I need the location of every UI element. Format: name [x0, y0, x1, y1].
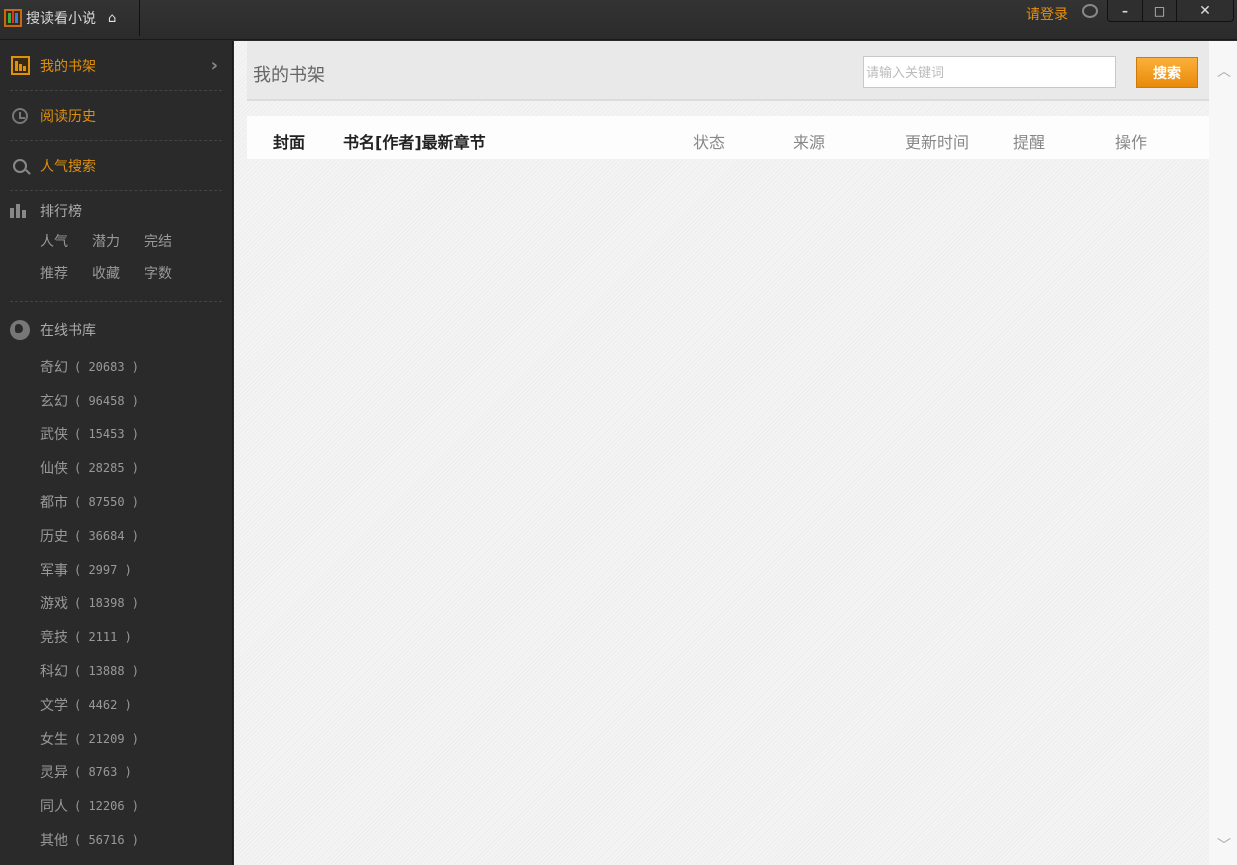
category-item[interactable]: 女生 ( 21209 ) [40, 722, 222, 756]
category-item[interactable]: 文学 ( 4462 ) [40, 688, 222, 722]
category-count: ( 13888 ) [74, 664, 140, 679]
app-logo-icon [4, 9, 22, 27]
category-name: 军事 [40, 562, 68, 579]
chat-icon[interactable] [1082, 4, 1098, 18]
category-name: 科幻 [40, 664, 68, 681]
clock-icon [12, 107, 28, 124]
category-name: 历史 [40, 528, 68, 545]
category-name: 灵异 [40, 765, 68, 782]
login-link[interactable]: 请登录 [1026, 4, 1068, 24]
category-count: ( 21209 ) [74, 731, 140, 746]
category-count: ( 20683 ) [74, 359, 140, 374]
category-item[interactable]: 军事 ( 2997 ) [40, 553, 222, 587]
sidebar-item-label: 我的书架 [40, 58, 96, 75]
chevron-right-icon: › [210, 55, 218, 76]
column-status: 状态 [693, 133, 726, 152]
search-input[interactable] [863, 56, 1116, 88]
category-item[interactable]: 仙侠 ( 28285 ) [40, 451, 222, 485]
column-source: 来源 [793, 133, 826, 152]
table-header: 封面 书名[作者]最新章节 状态 来源 更新时间 提醒 操作 [247, 116, 1209, 159]
category-item[interactable]: 其他 ( 56716 ) [40, 823, 222, 857]
app-name: 搜读看小说 [26, 11, 96, 27]
category-item[interactable]: 竞技 ( 2111 ) [40, 620, 222, 654]
window-controls: – □ ✕ [1107, 0, 1234, 22]
ranking-link-finished[interactable]: 完结 [144, 231, 196, 251]
category-item[interactable]: 武侠 ( 15453 ) [40, 418, 222, 452]
sidebar-item-label: 人气搜索 [40, 158, 96, 175]
column-actions: 操作 [1115, 133, 1148, 152]
category-item[interactable]: 同人 ( 12206 ) [40, 789, 222, 823]
minimize-button[interactable]: – [1108, 0, 1142, 21]
column-update-time: 更新时间 [905, 133, 970, 152]
category-name: 文学 [40, 697, 68, 714]
ranking-section: 排行榜 人气 潜力 完结 推荐 收藏 字数 [10, 191, 222, 302]
category-count: ( 96458 ) [74, 393, 140, 408]
library-section: 在线书库 奇幻 ( 20683 ) 玄幻 ( 96458 ) 武侠 ( 15453 ) 仙侠… [10, 310, 222, 857]
category-item[interactable]: 历史 ( 36684 ) [40, 519, 222, 553]
category-name: 武侠 [40, 427, 68, 444]
category-item[interactable]: 都市 ( 87550 ) [40, 485, 222, 519]
category-name: 都市 [40, 495, 68, 512]
sidebar-item-label: 阅读历史 [40, 108, 96, 125]
search-button[interactable]: 搜索 [1136, 57, 1198, 88]
category-count: ( 8763 ) [74, 765, 132, 780]
sidebar-item-history[interactable]: 阅读历史 [10, 91, 222, 141]
ranking-link-favorites[interactable]: 收藏 [92, 263, 144, 283]
category-name: 其他 [40, 833, 68, 850]
category-count: ( 2111 ) [74, 630, 132, 645]
ranking-link-popular[interactable]: 人气 [40, 231, 92, 251]
close-button[interactable]: ✕ [1176, 0, 1233, 21]
column-cover: 封面 [273, 133, 306, 152]
category-item[interactable]: 科幻 ( 13888 ) [40, 654, 222, 688]
ranking-link-wordcount[interactable]: 字数 [144, 263, 196, 283]
category-count: ( 4462 ) [74, 697, 132, 712]
app-title[interactable]: 搜读看小说 ⌂ [0, 0, 140, 36]
category-name: 同人 [40, 799, 68, 816]
category-count: ( 15453 ) [74, 427, 140, 442]
ranking-link-recommended[interactable]: 推荐 [40, 263, 92, 283]
ranking-link-potential[interactable]: 潜力 [92, 231, 144, 251]
category-item[interactable]: 奇幻 ( 20683 ) [40, 350, 222, 384]
category-count: ( 18398 ) [74, 596, 140, 611]
main-content: 我的书架 搜索 封面 书名[作者]最新章节 状态 来源 更新时间 提醒 操作 [234, 41, 1237, 865]
scroll-down-icon[interactable]: ﹀ [1217, 835, 1231, 855]
column-reminder: 提醒 [1013, 133, 1046, 152]
scrollbar[interactable]: ︿ ﹀ [1209, 41, 1237, 865]
category-item[interactable]: 游戏 ( 18398 ) [40, 587, 222, 621]
category-count: ( 28285 ) [74, 461, 140, 476]
category-name: 游戏 [40, 596, 68, 613]
globe-icon [10, 320, 30, 340]
home-icon[interactable]: ⌂ [108, 11, 116, 26]
bookshelf-icon [10, 56, 30, 75]
search-icon [13, 158, 27, 173]
category-item[interactable]: 灵异 ( 8763 ) [40, 756, 222, 790]
library-title: 在线书库 [40, 323, 96, 339]
scroll-up-icon[interactable]: ︿ [1217, 61, 1231, 81]
bar-chart-icon [10, 204, 30, 218]
column-title: 书名[作者]最新章节 [343, 133, 486, 152]
header-bar: 我的书架 搜索 [247, 41, 1209, 101]
category-count: ( 36684 ) [74, 528, 140, 543]
maximize-button[interactable]: □ [1142, 0, 1176, 21]
sidebar: 我的书架 › 阅读历史 人气搜索 排行榜 人气 潜力 完结 推荐 收藏 字数 在… [0, 41, 233, 865]
category-count: ( 12206 ) [74, 799, 140, 814]
sidebar-item-popular-search[interactable]: 人气搜索 [10, 141, 222, 191]
category-count: ( 87550 ) [74, 495, 140, 510]
category-name: 竞技 [40, 630, 68, 647]
category-name: 仙侠 [40, 461, 68, 478]
category-item[interactable]: 玄幻 ( 96458 ) [40, 384, 222, 418]
sidebar-item-bookshelf[interactable]: 我的书架 › [10, 41, 222, 91]
category-count: ( 56716 ) [74, 833, 140, 848]
category-name: 女生 [40, 731, 68, 748]
category-count: ( 2997 ) [74, 562, 132, 577]
ranking-title: 排行榜 [40, 204, 82, 220]
category-name: 奇幻 [40, 359, 68, 376]
category-name: 玄幻 [40, 393, 68, 410]
title-bar: 搜读看小说 ⌂ 请登录 – □ ✕ [0, 0, 1237, 40]
category-list: 奇幻 ( 20683 ) 玄幻 ( 96458 ) 武侠 ( 15453 ) 仙侠 ( 282… [10, 350, 222, 857]
page-title: 我的书架 [253, 65, 325, 86]
